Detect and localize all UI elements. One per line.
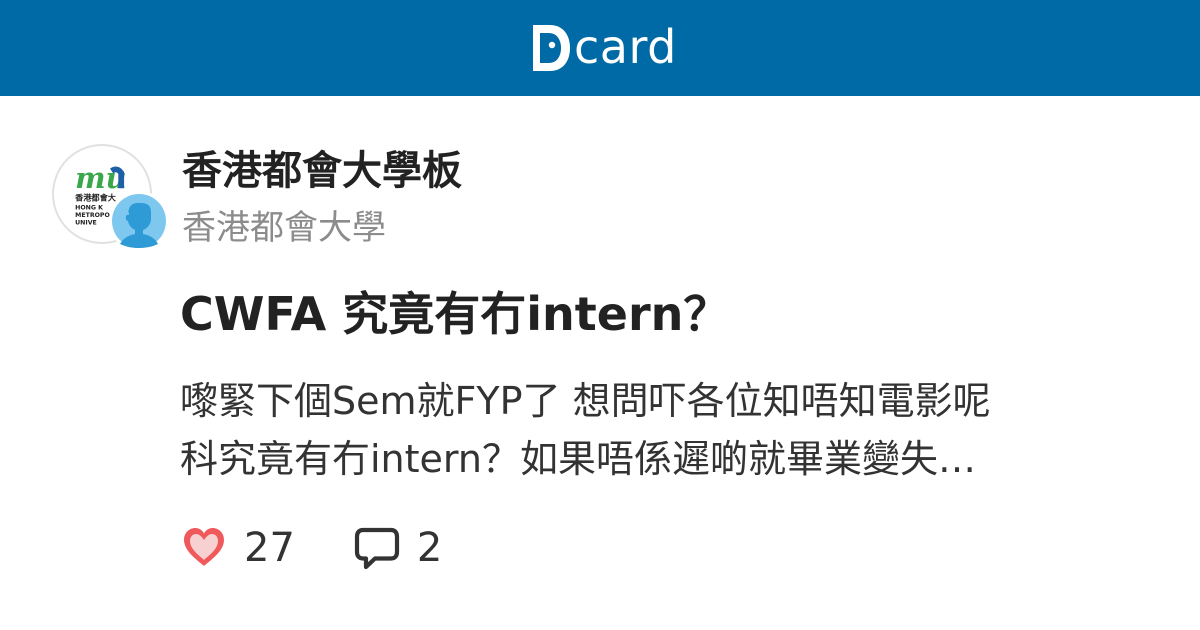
author-avatar[interactable] (109, 191, 169, 251)
board-logo-caption-4: UNIVE (75, 220, 97, 227)
excerpt-line: 科究竟有冇intern？如果唔係遲啲就畢業變失… (180, 437, 976, 481)
excerpt-line: 嚟緊下個Sem就FYP了 想問吓各位知唔知電影呢 (180, 379, 991, 423)
board-logo-caption-1: 香港都會大 (74, 193, 117, 203)
dcard-logo[interactable]: card (530, 20, 677, 74)
board-logo-caption-2: HONG K (75, 204, 104, 211)
board-logo-caption-3: METROPO (75, 212, 110, 219)
post-excerpt[interactable]: 嚟緊下個Sem就FYP了 想問吓各位知唔知電影呢 科究竟有冇intern？如果唔… (180, 372, 1140, 488)
comment-icon[interactable] (353, 524, 401, 572)
post-stats: 27 2 (180, 520, 442, 576)
header-bar: card (0, 0, 1200, 96)
dcard-logo-icon (533, 25, 570, 71)
heart-icon[interactable] (180, 524, 228, 572)
comment-count: 2 (416, 525, 443, 571)
anonymous-male-avatar-icon (112, 194, 166, 248)
school-name: 香港都會大學 (182, 208, 386, 248)
board-name[interactable]: 香港都會大學板 (182, 145, 462, 197)
post-title[interactable]: CWFA 究竟有冇intern？ (180, 284, 729, 344)
logo-text: card (574, 20, 677, 74)
like-count: 27 (244, 525, 295, 571)
